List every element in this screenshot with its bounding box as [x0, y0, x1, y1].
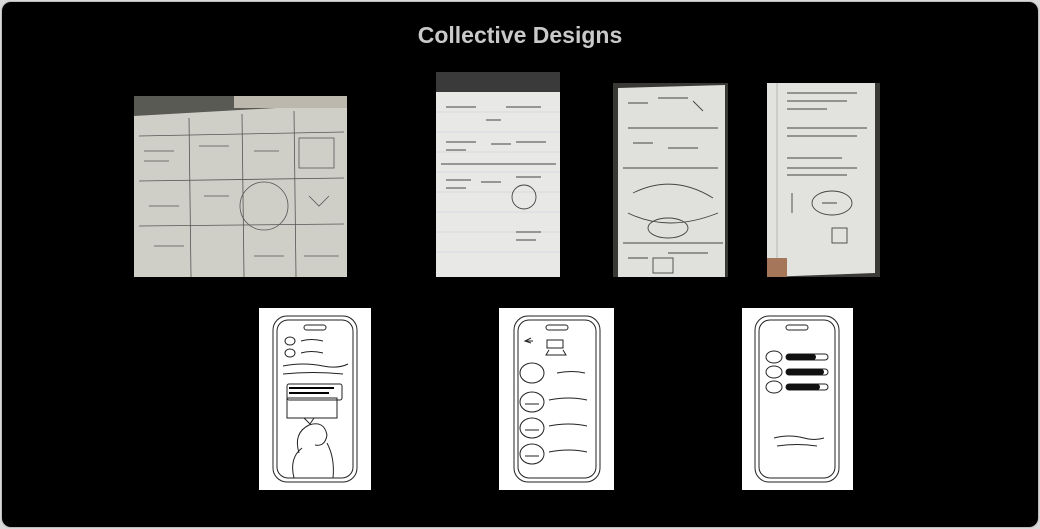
notebook-sketch-photo-2[interactable] [436, 72, 560, 277]
page-title: Collective Designs [417, 22, 623, 48]
phone-wireframe-3[interactable] [742, 308, 853, 490]
gallery-panel: Collective Designs [1, 1, 1039, 528]
notebook-sketch-photo-4[interactable] [767, 83, 880, 277]
notebook-sketch-photo-1[interactable] [134, 96, 347, 277]
notebook-sketch-photo-3[interactable] [613, 83, 728, 277]
phone-wireframe-1[interactable] [259, 308, 371, 490]
phone-wireframe-2[interactable] [499, 308, 614, 490]
